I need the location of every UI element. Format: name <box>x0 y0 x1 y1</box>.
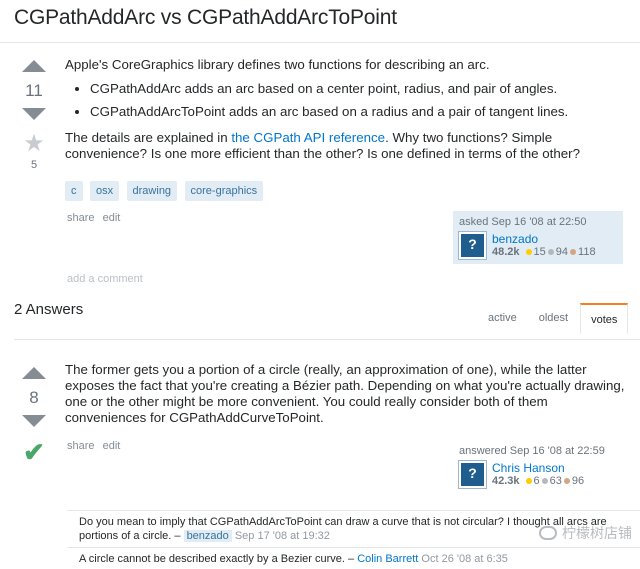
tag-list: c osx drawing core-graphics <box>65 181 266 201</box>
title-divider <box>0 42 640 43</box>
question-body: Apple's CoreGraphics library defines two… <box>65 57 633 170</box>
comment-date[interactable]: Sep 17 '08 at 19:32 <box>235 530 330 542</box>
question-intro: Apple's CoreGraphics library defines two… <box>65 57 490 72</box>
add-comment-link[interactable]: add a comment <box>67 273 143 285</box>
edit-link[interactable]: edit <box>103 440 121 452</box>
user-reputation: 42.3k 6 63 96 <box>492 475 584 487</box>
question-vote-count: 11 <box>25 81 43 100</box>
tab-oldest[interactable]: oldest <box>529 303 578 334</box>
list-item: CGPathAddArcToPoint adds an arc based on… <box>90 104 633 120</box>
question-details: The details are explained in the CGPath … <box>65 130 633 162</box>
question-post-menu: share edit <box>67 212 125 224</box>
tag-drawing[interactable]: drawing <box>126 181 178 201</box>
user-name[interactable]: benzado <box>492 232 596 246</box>
avatar[interactable] <box>458 231 487 260</box>
gold-badge-icon <box>525 248 532 255</box>
asker-card: asked Sep 16 '08 at 22:50 benzado 48.2k 1… <box>453 211 623 264</box>
upvote-arrow-icon[interactable] <box>22 367 46 379</box>
accepted-check-icon: ✔ <box>23 437 45 467</box>
comment-text: Do you mean to imply that CGPathAddArcTo… <box>79 516 607 542</box>
avatar[interactable] <box>458 460 487 489</box>
favorite-star-icon[interactable]: ★ <box>14 132 54 156</box>
comment: A circle cannot be described exactly by … <box>67 547 640 569</box>
upvote-arrow-icon[interactable] <box>22 60 46 72</box>
rep-score: 42.3k <box>492 475 520 487</box>
cgpath-api-reference-link[interactable]: the CGPath API reference <box>231 130 385 145</box>
downvote-arrow-icon[interactable] <box>22 415 46 427</box>
answers-count-header: 2 Answers <box>14 301 84 318</box>
share-link[interactable]: share <box>67 440 95 452</box>
user-name[interactable]: Chris Hanson <box>492 461 584 475</box>
downvote-arrow-icon[interactable] <box>22 108 46 120</box>
gold-count: 15 <box>533 246 546 258</box>
tag-core-graphics[interactable]: core-graphics <box>184 181 264 201</box>
silver-count: 63 <box>549 475 562 487</box>
comment-text: A circle cannot be described exactly by … <box>79 553 358 565</box>
answer-post-menu: share edit <box>67 440 125 452</box>
user-reputation: 48.2k 15 94 118 <box>492 246 596 258</box>
question-bullets: CGPathAddArc adds an arc based on a cent… <box>90 81 633 120</box>
rep-score: 48.2k <box>492 246 520 258</box>
bronze-badge-icon <box>563 477 570 484</box>
tabs-divider <box>14 339 640 340</box>
watermark: 柠檬树店铺 <box>539 523 632 543</box>
gold-count: 6 <box>533 475 540 487</box>
answered-time: answered Sep 16 '08 at 22:59 <box>459 445 605 457</box>
chat-bubble-icon <box>539 526 557 540</box>
edit-link[interactable]: edit <box>103 212 121 224</box>
answer-vote-cell: 8 ✔ <box>14 367 54 465</box>
silver-badge-icon <box>541 477 548 484</box>
tab-active[interactable]: active <box>478 303 527 334</box>
comment-user-link[interactable]: benzado <box>183 530 232 542</box>
gold-badge-icon <box>525 477 532 484</box>
comment-user-link[interactable]: Colin Barrett <box>357 553 418 565</box>
list-item: CGPathAddArc adds an arc based on a cent… <box>90 81 633 97</box>
sort-tabs: active oldest votes <box>476 303 629 334</box>
share-link[interactable]: share <box>67 212 95 224</box>
question-vote-cell: 11 ★ 5 <box>14 60 54 171</box>
tab-votes[interactable]: votes <box>580 303 629 334</box>
favorite-count: 5 <box>30 159 38 171</box>
answerer-card: answered Sep 16 '08 at 22:59 Chris Hanso… <box>453 440 623 493</box>
asked-time: asked Sep 16 '08 at 22:50 <box>459 216 587 228</box>
watermark-text: 柠檬树店铺 <box>562 525 632 541</box>
bronze-count: 96 <box>571 475 585 487</box>
silver-count: 94 <box>555 246 569 258</box>
bronze-count: 118 <box>578 246 596 258</box>
details-text: The details are explained in <box>65 130 232 145</box>
page-title[interactable]: CGPathAddArc vs CGPathAddArcToPoint <box>14 6 397 30</box>
answer-body: The former gets you a portion of a circl… <box>65 362 625 434</box>
answer-text: The former gets you a portion of a circl… <box>65 362 625 425</box>
comment-date[interactable]: Oct 26 '08 at 6:35 <box>421 553 508 565</box>
silver-badge-icon <box>547 248 554 255</box>
bronze-badge-icon <box>570 248 577 255</box>
answer-vote-count: 8 <box>29 388 39 407</box>
tag-osx[interactable]: osx <box>89 181 120 201</box>
tag-c[interactable]: c <box>65 181 83 201</box>
